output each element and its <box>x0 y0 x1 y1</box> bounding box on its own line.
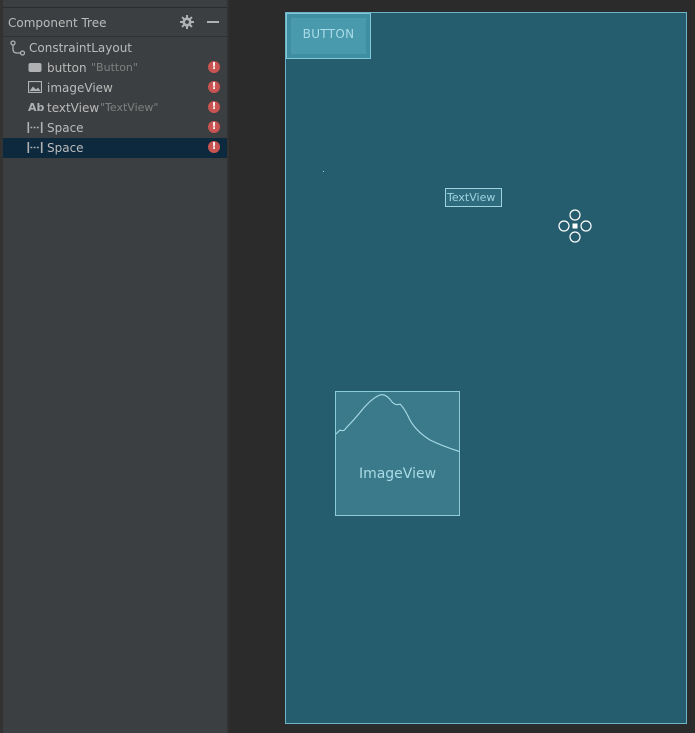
error-icon[interactable]: ! <box>208 121 220 133</box>
tree-item-label: Space <box>47 141 84 155</box>
tree-item-textview[interactable]: Ab textView "TextView" ! <box>3 98 227 118</box>
component-tree-panel: Component Tree ConstraintLayout button "… <box>0 0 229 733</box>
textview-widget[interactable]: TextView <box>445 188 502 207</box>
tree-item-label: ConstraintLayout <box>29 41 133 55</box>
error-icon[interactable]: ! <box>208 61 220 73</box>
tree-item-button[interactable]: button "Button" ! <box>3 58 227 78</box>
tree-item-imageview[interactable]: imageView ! <box>3 78 227 98</box>
error-icon[interactable]: ! <box>208 81 220 93</box>
tree-item-hint: "Button" <box>91 61 138 74</box>
textview-widget-label: TextView <box>447 191 496 204</box>
gear-icon[interactable] <box>179 14 195 30</box>
tree-item-constraintlayout[interactable]: ConstraintLayout <box>3 38 227 58</box>
button-widget[interactable]: BUTTON <box>286 13 371 59</box>
tree-item-space-selected[interactable]: Space ! <box>3 138 227 158</box>
button-icon <box>28 63 42 72</box>
tree-item-label: textView <box>47 101 100 115</box>
imageview-widget[interactable]: ImageView <box>335 391 460 516</box>
image-icon <box>28 81 42 93</box>
space-widget-marker[interactable] <box>323 171 324 172</box>
component-tree-container: Component Tree ConstraintLayout button "… <box>3 0 227 733</box>
tree-item-label: button <box>47 61 87 75</box>
error-icon[interactable]: ! <box>208 101 220 113</box>
space-icon <box>27 142 43 153</box>
panel-header: Component Tree <box>3 8 227 37</box>
move-handle-icon[interactable] <box>557 208 593 244</box>
text-ab-icon: Ab <box>28 101 45 114</box>
tree-item-hint: "TextView" <box>100 101 159 114</box>
button-widget-label: BUTTON <box>302 27 355 41</box>
tree-item-label: imageView <box>47 81 113 95</box>
error-icon[interactable]: ! <box>208 141 220 153</box>
tree-item-label: Space <box>47 121 84 135</box>
panel-title: Component Tree <box>8 16 107 30</box>
image-placeholder-graphic <box>336 394 459 452</box>
constraint-layout-icon <box>10 40 26 56</box>
tree-item-space[interactable]: Space ! <box>3 118 227 138</box>
minimize-icon[interactable] <box>207 21 219 23</box>
space-icon <box>27 122 43 133</box>
blueprint-canvas[interactable]: BUTTON TextView ImageView <box>285 12 687 724</box>
imageview-widget-label: ImageView <box>358 466 437 482</box>
